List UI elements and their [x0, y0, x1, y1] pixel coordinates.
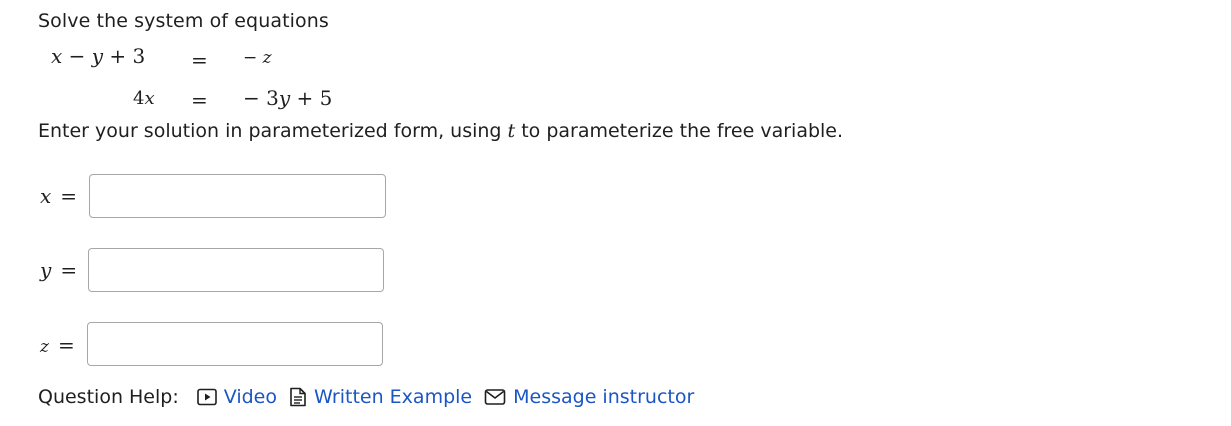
- equation-1-rhs: − z: [243, 48, 272, 68]
- answer-x-label: x =: [40, 184, 78, 208]
- equation-1-equals: =: [191, 48, 208, 72]
- instruction-text: Enter your solution in parameterized for…: [38, 120, 844, 142]
- video-link-label: Video: [223, 386, 277, 408]
- question-help-label: Question Help:: [38, 386, 179, 408]
- message-instructor-link[interactable]: Message instructor: [484, 386, 694, 408]
- question-prompt: Solve the system of equations: [38, 10, 329, 32]
- equation-row-1: x − y + 3 = − z: [0, 44, 400, 72]
- equation-1-lhs: x − y + 3: [51, 44, 146, 68]
- answer-x-input[interactable]: [89, 174, 386, 218]
- answer-z-label: z =: [40, 333, 75, 357]
- written-example-link[interactable]: Written Example: [289, 386, 472, 408]
- equation-2-equals: =: [191, 88, 208, 112]
- answer-z-input[interactable]: [87, 322, 383, 366]
- equation-2-lhs: 4x: [133, 88, 155, 109]
- equation-2-rhs: − 3y + 5: [243, 86, 333, 110]
- question-help-bar: Question Help: Video Written Example Mes…: [38, 386, 706, 408]
- video-link[interactable]: Video: [196, 386, 277, 408]
- document-icon: [290, 387, 306, 407]
- mail-icon: [484, 389, 506, 405]
- message-instructor-link-label: Message instructor: [513, 386, 695, 408]
- video-icon: [196, 388, 217, 406]
- written-example-link-label: Written Example: [313, 386, 473, 408]
- answer-y-input[interactable]: [88, 248, 384, 292]
- answer-y-label: y =: [40, 258, 78, 282]
- equation-row-2: 4x = − 3y + 5: [0, 86, 400, 112]
